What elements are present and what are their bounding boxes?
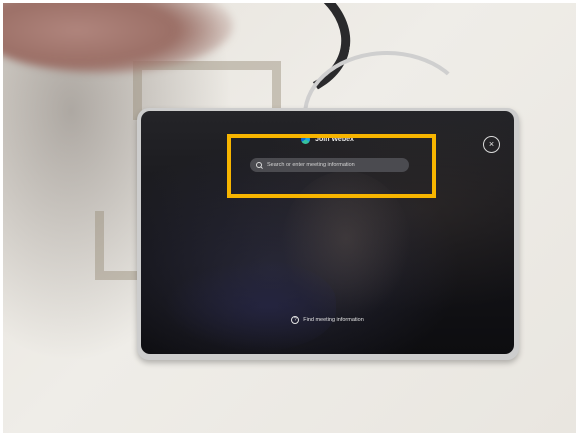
info-icon: ? — [291, 316, 300, 324]
screen-reflection — [166, 261, 336, 351]
highlight-box — [227, 134, 436, 198]
close-icon: × — [488, 139, 495, 149]
find-meeting-info-link[interactable]: ? Find meeting information — [141, 316, 514, 324]
find-meeting-info-label: Find meeting information — [303, 317, 364, 323]
close-button[interactable]: × — [483, 136, 500, 153]
